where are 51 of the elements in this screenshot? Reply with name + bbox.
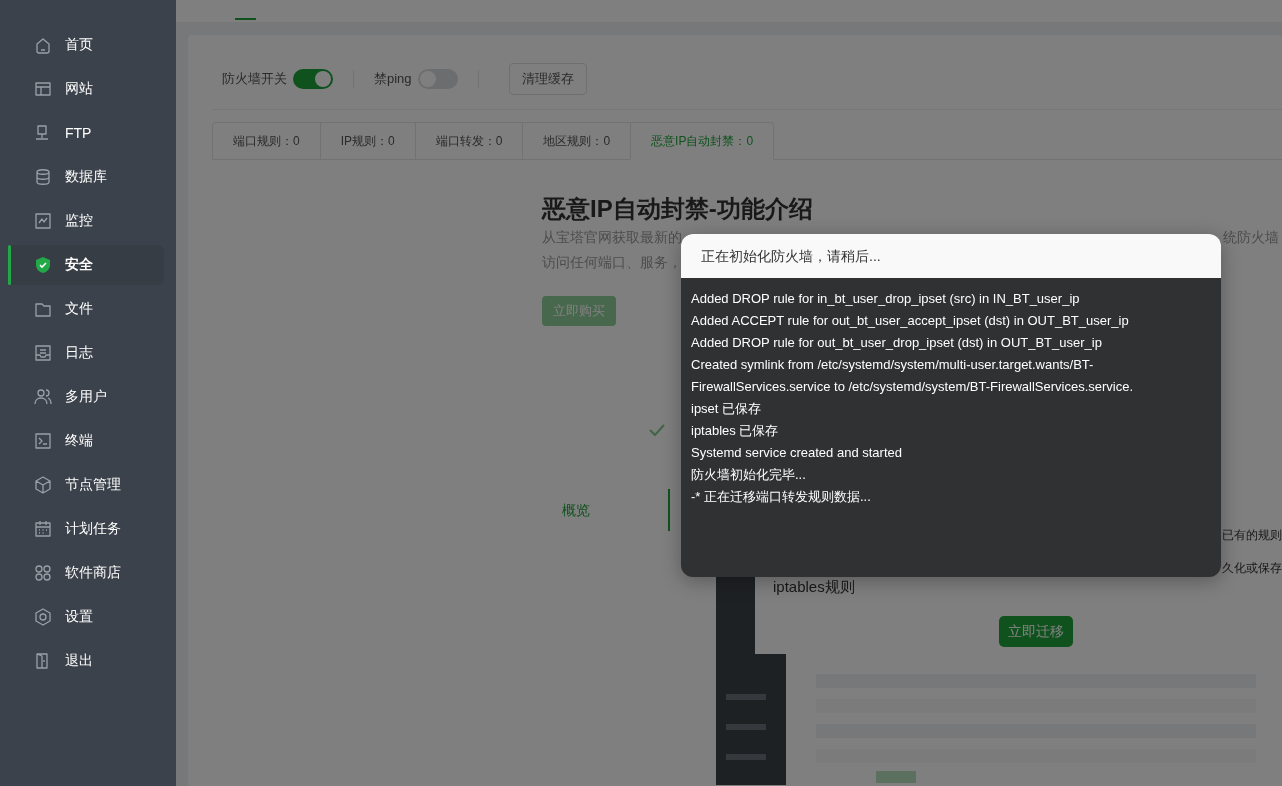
sidebar-item[interactable]: 终端 bbox=[8, 421, 164, 461]
browser-window-icon bbox=[33, 79, 53, 99]
dialog-title: 正在初始化防火墙，请稍后... bbox=[681, 234, 1221, 278]
log-line: 防火墙初始化完毕... bbox=[691, 466, 807, 484]
panel-text: iptables规则 bbox=[773, 578, 855, 596]
sidebar-item[interactable]: 设置 bbox=[8, 597, 164, 637]
sidebar-item[interactable]: 日志 bbox=[8, 333, 164, 373]
sidebar-item[interactable]: 数据库 bbox=[8, 157, 164, 197]
panel-text: 久化或保存 bbox=[1222, 561, 1282, 576]
sidebar-item[interactable]: 节点管理 bbox=[8, 465, 164, 505]
settings-icon bbox=[33, 607, 53, 627]
panel-text: 已有的规则 bbox=[1222, 528, 1282, 543]
rule-tab[interactable]: 端口转发：0 bbox=[414, 122, 523, 160]
log-line: FirewallServices.service to /etc/systemd/system/BT-FirewallServices.service. bbox=[691, 378, 1135, 396]
log-line: Added DROP rule for in_bt_user_drop_ipset (src) in IN_BT_user_ip bbox=[691, 290, 1081, 308]
log-icon bbox=[33, 343, 53, 363]
log-line: Added DROP rule for out_bt_user_drop_ipset (dst) in OUT_BT_user_ip bbox=[691, 334, 1103, 352]
sidebar-item[interactable]: 文件 bbox=[8, 289, 164, 329]
grid-icon bbox=[33, 563, 53, 583]
sidebar-item[interactable]: FTP bbox=[8, 113, 164, 153]
rule-tab[interactable]: IP规则：0 bbox=[319, 122, 415, 160]
log-line: Systemd service created and started bbox=[691, 444, 903, 462]
switch-label: 禁ping bbox=[374, 70, 412, 88]
calendar-icon bbox=[33, 519, 53, 539]
chart-icon bbox=[33, 211, 53, 231]
log-line: -* 正在迁移端口转发规则数据... bbox=[691, 488, 872, 506]
sidebar-item[interactable]: 软件商店 bbox=[8, 553, 164, 593]
sidebar-item[interactable]: 网站 bbox=[8, 69, 164, 109]
sidebar-item[interactable]: 首页 bbox=[8, 25, 164, 65]
log-line: Added ACCEPT rule for out_bt_user_accept_ipset (dst) in OUT_BT_user_ip bbox=[691, 312, 1130, 330]
check-icon bbox=[649, 424, 665, 436]
sidebar-item[interactable]: 安全 bbox=[8, 245, 164, 285]
rule-tab[interactable]: 端口规则：0 bbox=[212, 122, 320, 160]
terminal-icon bbox=[33, 431, 53, 451]
rule-tab[interactable]: 地区规则：0 bbox=[522, 122, 631, 160]
log-line: iptables 已保存 bbox=[691, 422, 780, 440]
cube-icon bbox=[33, 475, 53, 495]
sidebar-item[interactable]: 计划任务 bbox=[8, 509, 164, 549]
feature-title: 恶意IP自动封禁-功能介绍 bbox=[542, 194, 814, 224]
shield-check-icon bbox=[33, 255, 53, 275]
sidebar-item[interactable]: 退出 bbox=[8, 641, 164, 681]
database-icon bbox=[33, 167, 53, 187]
switch-label: 防火墙开关 bbox=[222, 70, 287, 88]
tab-indicator bbox=[235, 18, 256, 20]
toggle-switch[interactable] bbox=[293, 69, 333, 89]
log-line: ipset 已保存 bbox=[691, 400, 763, 418]
sidebar-item[interactable]: 多用户 bbox=[8, 377, 164, 417]
sidebar-item[interactable]: 监控 bbox=[8, 201, 164, 241]
clear-cache-button[interactable]: 清理缓存 bbox=[508, 63, 587, 95]
log-line: Created symlink from /etc/systemd/system/multi-user.target.wants/BT- bbox=[691, 356, 1095, 374]
users-icon bbox=[33, 387, 53, 407]
